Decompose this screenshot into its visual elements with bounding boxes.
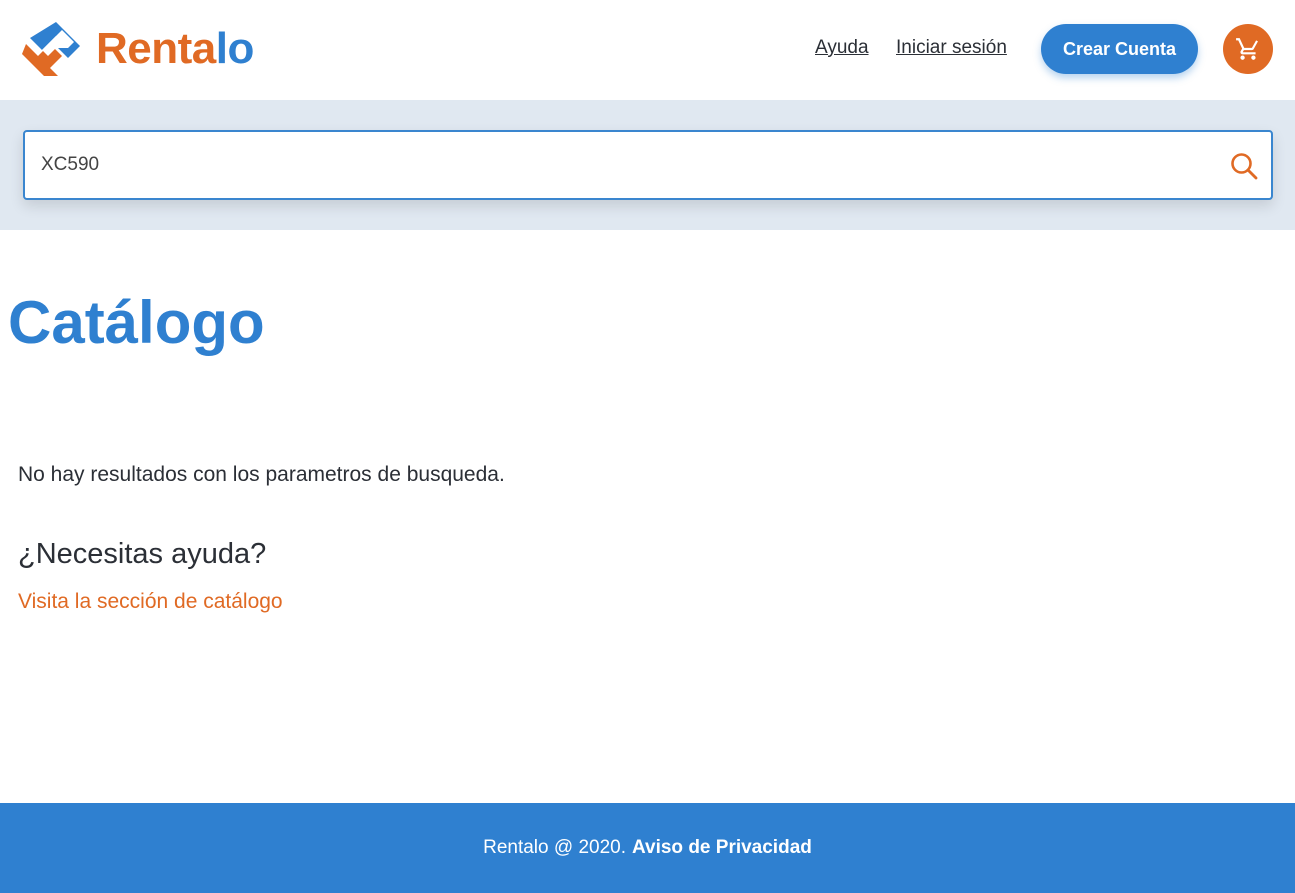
help-heading: ¿Necesitas ayuda? bbox=[18, 538, 267, 570]
footer-copyright: Rentalo @ 2020. bbox=[483, 837, 626, 858]
search-band bbox=[0, 100, 1295, 230]
site-header: Rentalo Ayuda Iniciar sesión Crear Cuent… bbox=[0, 0, 1295, 100]
rentalo-logo-icon bbox=[22, 22, 80, 76]
logo-text-lo: lo bbox=[215, 24, 255, 73]
create-account-button[interactable]: Crear Cuenta bbox=[1041, 24, 1198, 74]
page-title: Catálogo bbox=[8, 289, 265, 356]
search-icon[interactable] bbox=[1229, 151, 1259, 181]
search-input[interactable] bbox=[25, 132, 1215, 198]
logo-text-renta: Renta bbox=[96, 24, 216, 73]
search-box bbox=[23, 130, 1273, 200]
site-footer: Rentalo @ 2020. Aviso de Privacidad bbox=[0, 803, 1295, 893]
cart-button[interactable] bbox=[1223, 24, 1273, 74]
nav-login-link[interactable]: Iniciar sesión bbox=[896, 37, 1007, 59]
cart-icon bbox=[1236, 38, 1258, 60]
no-results-message: No hay resultados con los parametros de … bbox=[18, 463, 505, 486]
catalog-help-link[interactable]: Visita la sección de catálogo bbox=[18, 590, 283, 614]
logo-text: Rentalo bbox=[96, 27, 254, 71]
nav-help-link[interactable]: Ayuda bbox=[815, 37, 869, 59]
privacy-notice-link[interactable]: Aviso de Privacidad bbox=[632, 837, 812, 859]
page: Rentalo Ayuda Iniciar sesión Crear Cuent… bbox=[0, 0, 1295, 893]
logo-link[interactable]: Rentalo bbox=[22, 18, 254, 80]
